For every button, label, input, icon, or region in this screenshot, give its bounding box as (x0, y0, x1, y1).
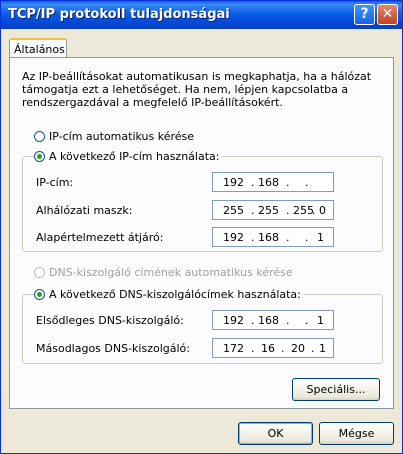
help-button[interactable]: ? (354, 4, 375, 25)
octet: 16 (261, 342, 275, 355)
ip-manual-label: A következő IP-cím használata: (49, 150, 220, 163)
octet: 192 (223, 314, 244, 327)
octet: 168 (258, 176, 279, 189)
radio-circle (34, 151, 45, 162)
ip-manual-radio[interactable]: A következő IP-cím használata: (34, 150, 223, 163)
octet: 168 (258, 314, 279, 327)
dns-manual-label: A következő DNS-kiszolgálócímek használa… (49, 288, 301, 301)
octet: 192 (223, 231, 244, 244)
primary-dns-input[interactable]: 192. 168. . 1 (212, 310, 334, 330)
octet: 0 (319, 204, 326, 217)
dns-auto-label: DNS-kiszolgáló címének automatikus kérés… (49, 266, 293, 279)
ip-auto-radio[interactable]: IP-cím automatikus kérése (34, 130, 194, 143)
secondary-dns-label: Másodlagos DNS-kiszolgáló: (36, 342, 190, 355)
help-icon: ? (360, 6, 369, 22)
tab-panel: Az IP-beállításokat automatikusan is meg… (9, 57, 394, 409)
intro-text: Az IP-beállításokat automatikusan is meg… (22, 70, 372, 109)
ip-address-input[interactable]: 192. 168. . (212, 172, 334, 192)
title-bar[interactable]: TCP/IP protokoll tulajdonságai ? ✕ (1, 1, 402, 29)
octet: 255 (223, 204, 244, 217)
dialog-window: TCP/IP protokoll tulajdonságai ? ✕ Által… (0, 0, 403, 454)
radio-circle (34, 131, 45, 142)
dns-manual-radio[interactable]: A következő DNS-kiszolgálócímek használa… (34, 288, 304, 301)
close-button[interactable]: ✕ (377, 4, 398, 25)
advanced-button[interactable]: Speciális... (292, 378, 380, 401)
octet: 172 (223, 342, 244, 355)
subnet-mask-input[interactable]: 255. 255. 255. 0 (212, 200, 334, 220)
secondary-dns-input[interactable]: 172. 16. 20. 1 (212, 338, 334, 358)
dns-auto-radio[interactable]: DNS-kiszolgáló címének automatikus kérés… (34, 266, 293, 279)
radio-circle (34, 289, 45, 300)
ip-address-label: IP-cím: (36, 176, 74, 189)
octet: 1 (317, 231, 324, 244)
subnet-mask-label: Alhálózati maszk: (36, 204, 133, 217)
octet: 1 (317, 314, 324, 327)
tab-general[interactable]: Általános (9, 38, 67, 58)
close-icon: ✕ (381, 6, 394, 22)
primary-dns-label: Elsődleges DNS-kiszolgáló: (36, 314, 184, 327)
ip-auto-label: IP-cím automatikus kérése (49, 130, 195, 143)
cancel-button[interactable]: Mégse (319, 422, 394, 445)
octet: 168 (258, 231, 279, 244)
ok-button[interactable]: OK (238, 422, 313, 445)
octet: 255 (258, 204, 279, 217)
octet: 255 (293, 204, 314, 217)
tab-general-label: Általános (14, 43, 65, 56)
default-gateway-label: Alapértelmezett átjáró: (36, 231, 164, 244)
default-gateway-input[interactable]: 192. 168. . 1 (212, 227, 334, 247)
window-title: TCP/IP protokoll tulajdonságai (8, 7, 230, 22)
octet: 20 (291, 342, 305, 355)
octet: 192 (223, 176, 244, 189)
radio-circle (34, 267, 45, 278)
octet: 1 (319, 342, 326, 355)
